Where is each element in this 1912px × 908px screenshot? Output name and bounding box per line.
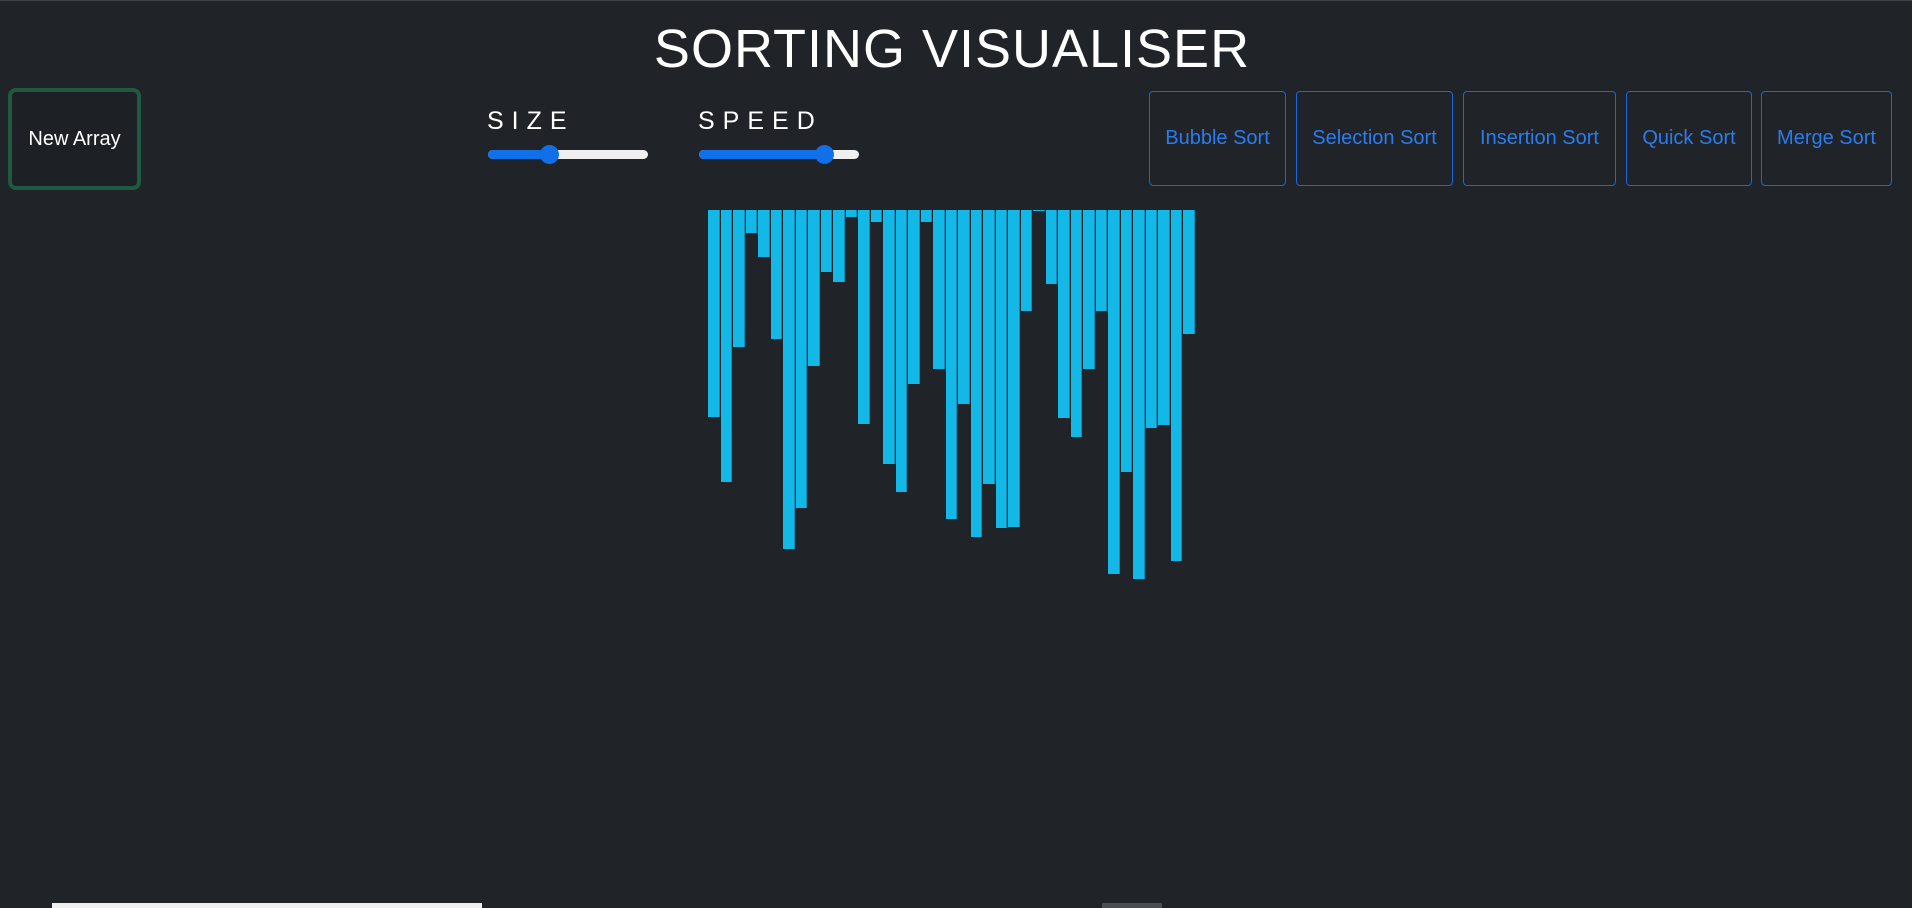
speed-slider-fill <box>699 150 824 159</box>
array-bar <box>1020 210 1033 311</box>
array-bar <box>958 210 970 404</box>
array-bar <box>1158 210 1170 425</box>
array-bar <box>933 210 945 369</box>
array-bar <box>1183 210 1195 334</box>
array-bar <box>808 210 820 366</box>
insertion-sort-button[interactable]: Insertion Sort <box>1463 91 1616 186</box>
quick-sort-button[interactable]: Quick Sort <box>1626 91 1752 186</box>
selection-sort-button[interactable]: Selection Sort <box>1296 91 1453 186</box>
array-bar <box>1170 210 1183 561</box>
array-bar <box>995 210 1008 528</box>
array-bar <box>908 210 920 384</box>
array-bar <box>1108 210 1120 574</box>
array-bar <box>1033 210 1045 211</box>
page-title: SORTING VISUALISER <box>653 19 1251 79</box>
scrollbar-track-segment <box>1102 903 1162 908</box>
size-label: SIZE <box>487 107 575 135</box>
array-bar <box>1083 210 1095 369</box>
array-bar <box>1133 210 1145 579</box>
speed-slider[interactable] <box>699 145 859 164</box>
array-bar <box>745 210 758 233</box>
array-bar <box>895 210 908 492</box>
array-bar <box>795 210 808 508</box>
array-bar <box>1008 210 1020 527</box>
array-bars-container <box>708 210 1198 590</box>
array-bar <box>1095 210 1108 311</box>
array-bar <box>970 210 983 537</box>
array-bar <box>820 210 833 272</box>
bubble-sort-button[interactable]: Bubble Sort <box>1149 91 1286 186</box>
array-bar <box>833 210 845 282</box>
new-array-button[interactable]: New Array <box>8 88 141 190</box>
array-bar <box>920 210 933 222</box>
array-bar <box>720 210 733 482</box>
array-bar <box>870 210 883 222</box>
window-top-border <box>0 0 1912 1</box>
array-bar <box>770 210 783 339</box>
array-bar <box>945 210 958 519</box>
array-bar <box>783 210 795 549</box>
array-bar <box>883 210 895 464</box>
speed-slider-thumb[interactable] <box>814 145 834 164</box>
array-bar <box>1145 210 1158 428</box>
array-bar <box>845 210 858 217</box>
array-bar <box>983 210 995 484</box>
size-slider[interactable] <box>488 145 648 164</box>
array-bar <box>1058 210 1070 418</box>
array-bar <box>1045 210 1058 284</box>
array-bar <box>758 210 770 257</box>
speed-label: SPEED <box>698 107 823 135</box>
array-bar <box>733 210 745 347</box>
merge-sort-button[interactable]: Merge Sort <box>1761 91 1892 186</box>
array-bar <box>1070 210 1083 437</box>
horizontal-scrollbar-thumb[interactable] <box>52 903 482 908</box>
array-bar <box>1120 210 1133 472</box>
size-slider-thumb[interactable] <box>539 145 559 164</box>
array-bar <box>708 210 720 417</box>
array-bar <box>858 210 870 424</box>
